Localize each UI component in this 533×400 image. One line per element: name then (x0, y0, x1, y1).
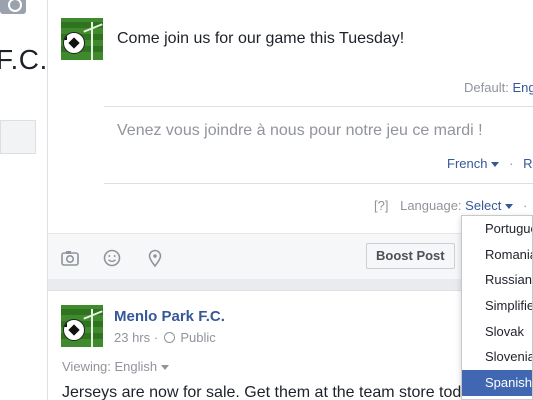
post-text[interactable]: Come join us for our game this Tuesday! (117, 30, 404, 48)
camera-icon[interactable] (60, 248, 80, 268)
language-option[interactable]: Portugue (462, 216, 532, 242)
translation-remove-link[interactable]: Re (523, 156, 533, 171)
default-language: Default: Eng (464, 80, 533, 95)
language-select[interactable]: Select (465, 198, 517, 213)
separator: · (509, 156, 514, 171)
chevron-down-icon (491, 162, 500, 168)
page-name-link[interactable]: Menlo Park F.C. (114, 308, 225, 325)
separator: · (153, 330, 159, 345)
globe-icon (163, 332, 175, 343)
chevron-down-icon (161, 365, 170, 371)
help-link[interactable]: [?] (374, 198, 388, 213)
page-avatar[interactable] (61, 305, 103, 347)
viewing-language-label: Viewing: English (62, 359, 158, 374)
translation-text[interactable]: Venez vous joindre à nous pour notre jeu… (117, 122, 483, 140)
language-option[interactable]: Simplifie (462, 293, 532, 319)
camera-icon[interactable] (0, 0, 26, 14)
language-dropdown-menu: Portugue Romania Russian Simplifie Slova… (461, 215, 533, 400)
viewing-language-select[interactable]: Viewing: English (62, 359, 170, 374)
default-language-link[interactable]: Eng (512, 80, 533, 95)
page-avatar (61, 18, 103, 60)
language-option[interactable]: Romania (462, 242, 532, 268)
feed-post: Menlo Park F.C. 23 hrs · Public Viewing:… (48, 290, 483, 400)
location-pin-icon[interactable] (145, 248, 165, 268)
language-option[interactable]: Slovak (462, 319, 532, 345)
translation-language-label: French (447, 156, 488, 171)
privacy-label: Public (180, 330, 216, 345)
sidebar-item[interactable] (0, 120, 36, 154)
post-meta: 23 hrs · Public (114, 330, 216, 345)
divider (104, 183, 533, 184)
divider (104, 106, 533, 107)
language-option-selected[interactable]: Spanish (462, 370, 532, 396)
page-name-fragment: F.C. (0, 44, 48, 75)
language-label: Language: (400, 198, 462, 213)
default-language-label: Default: (464, 80, 509, 95)
language-select-label: Select (465, 198, 502, 213)
chevron-down-icon (505, 204, 514, 210)
left-sidebar: F.C. (0, 0, 48, 400)
language-option[interactable]: Slovenia (462, 344, 532, 370)
separator: · (522, 198, 528, 213)
language-row: [?] Language: Select · C (374, 198, 533, 213)
post-text: Jerseys are now for sale. Get them at th… (62, 384, 483, 400)
smiley-icon[interactable] (102, 248, 122, 268)
translation-language-row: French · Re (447, 156, 533, 171)
translation-language-select[interactable]: French (447, 156, 503, 171)
boost-post-button[interactable]: Boost Post (366, 243, 455, 269)
post-timestamp[interactable]: 23 hrs (114, 330, 150, 345)
language-option[interactable]: Russian (462, 267, 532, 293)
